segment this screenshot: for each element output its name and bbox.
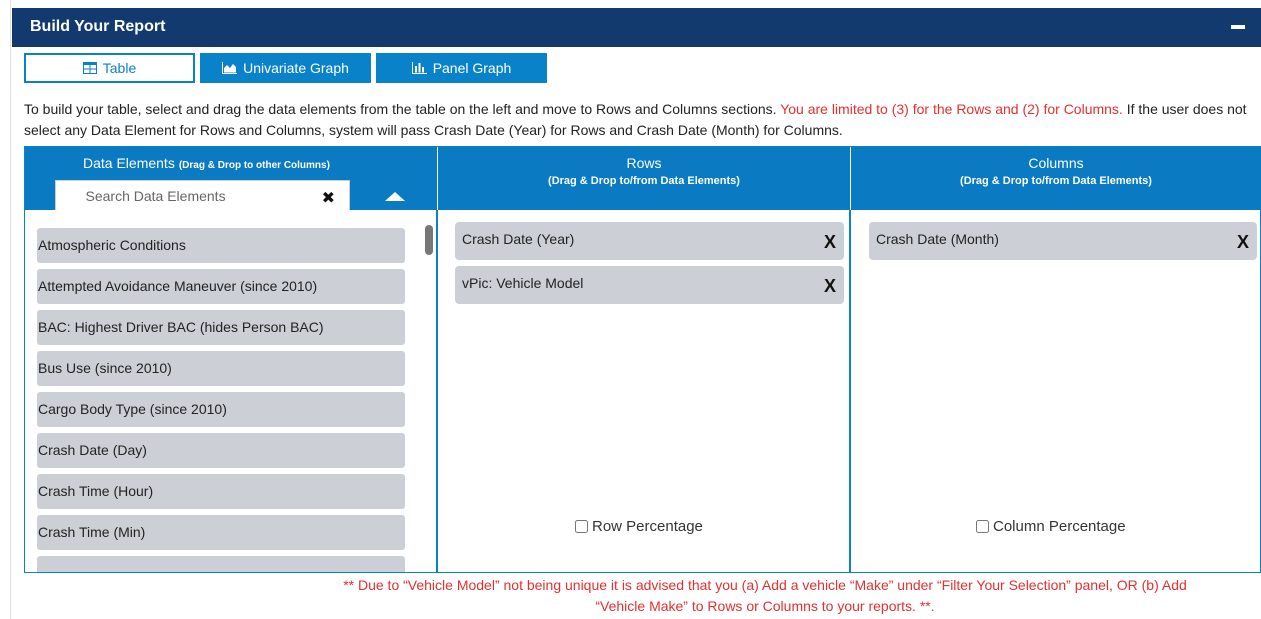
row-item[interactable]: vPic: Vehicle Model X xyxy=(455,266,844,304)
table-icon xyxy=(82,62,97,74)
panel-header: Build Your Report xyxy=(12,8,1261,47)
remove-row-icon[interactable]: X xyxy=(824,232,836,253)
tab-panel-graph[interactable]: Panel Graph xyxy=(376,53,547,83)
caret-up-icon[interactable] xyxy=(385,192,405,201)
instructions-text: To build your table, select and drag the… xyxy=(24,99,1249,141)
instructions-limit-warning: You are limited to (3) for the Rows and … xyxy=(780,101,1123,117)
warning-line-2: “Vehicle Make” to Rows or Columns to you… xyxy=(595,598,935,614)
row-item-label: vPic: Vehicle Model xyxy=(462,275,584,291)
column-percentage-toggle[interactable]: Column Percentage xyxy=(976,518,1126,535)
area-chart-icon xyxy=(222,62,238,74)
data-element-item[interactable]: Cargo Body Type (since 2010) xyxy=(37,392,405,427)
data-element-item[interactable]: Atmospheric Conditions xyxy=(37,228,405,263)
rows-header: Rows (Drag & Drop to/from Data Elements) xyxy=(437,147,850,210)
rows-subtitle: (Drag & Drop to/from Data Elements) xyxy=(548,175,740,187)
warning-line-1: ** Due to “Vehicle Model” not being uniq… xyxy=(343,577,1187,593)
row-percentage-label: Row Percentage xyxy=(592,518,703,535)
columns-subtitle: (Drag & Drop to/from Data Elements) xyxy=(960,175,1152,187)
tab-table[interactable]: Table xyxy=(24,53,195,83)
data-elements-subtitle: (Drag & Drop to other Columns) xyxy=(178,160,330,171)
rows-title: Rows xyxy=(626,155,662,171)
data-elements-header: Data Elements (Drag & Drop to other Colum… xyxy=(25,147,437,213)
data-element-item[interactable] xyxy=(37,556,405,572)
panel-title: Build Your Report xyxy=(30,18,166,35)
rows-divider xyxy=(436,210,438,572)
columns-header: Columns (Drag & Drop to/from Data Elemen… xyxy=(850,147,1261,210)
list-scrollbar[interactable] xyxy=(425,225,433,255)
column-percentage-label: Column Percentage xyxy=(993,518,1126,535)
report-builder-board: Data Elements (Drag & Drop to other Colum… xyxy=(24,146,1261,573)
column-item-label: Crash Date (Month) xyxy=(876,231,999,247)
columns-divider xyxy=(849,210,851,572)
columns-title: Columns xyxy=(1028,155,1084,171)
column-item[interactable]: Crash Date (Month) X xyxy=(869,222,1257,260)
row-item[interactable]: Crash Date (Year) X xyxy=(455,222,844,260)
bar-chart-icon xyxy=(411,62,427,74)
tab-table-label: Table xyxy=(102,60,137,76)
data-element-item[interactable]: Crash Time (Hour) xyxy=(37,474,405,509)
tab-panel-graph-label: Panel Graph xyxy=(432,60,512,76)
column-percentage-checkbox[interactable] xyxy=(976,520,989,533)
remove-column-icon[interactable]: X xyxy=(1237,232,1249,253)
data-element-item[interactable]: Bus Use (since 2010) xyxy=(37,351,405,386)
row-percentage-toggle[interactable]: Row Percentage xyxy=(575,518,703,535)
panel-left-border xyxy=(10,0,11,619)
search-box: ✖ xyxy=(55,180,350,213)
tab-univariate-label: Univariate Graph xyxy=(243,60,349,76)
tab-univariate-graph[interactable]: Univariate Graph xyxy=(200,53,371,83)
vehicle-model-warning: ** Due to “Vehicle Model” not being uniq… xyxy=(270,575,1260,617)
clear-search-icon[interactable]: ✖ xyxy=(322,188,335,208)
row-item-label: Crash Date (Year) xyxy=(462,231,575,247)
data-element-item[interactable]: Attempted Avoidance Maneuver (since 2010… xyxy=(37,269,405,304)
data-element-item[interactable]: Crash Time (Min) xyxy=(37,515,405,550)
data-elements-title: Data Elements xyxy=(83,155,175,171)
search-input[interactable] xyxy=(82,181,323,211)
row-percentage-checkbox[interactable] xyxy=(575,520,588,533)
minus-icon[interactable] xyxy=(1231,25,1245,29)
data-element-item[interactable]: Crash Date (Day) xyxy=(37,433,405,468)
instructions-part-1: To build your table, select and drag the… xyxy=(24,101,781,117)
data-element-item[interactable]: BAC: Highest Driver BAC (hides Person BA… xyxy=(37,310,405,345)
remove-row-icon[interactable]: X xyxy=(824,276,836,297)
data-elements-list: Atmospheric Conditions Attempted Avoidan… xyxy=(25,210,437,572)
